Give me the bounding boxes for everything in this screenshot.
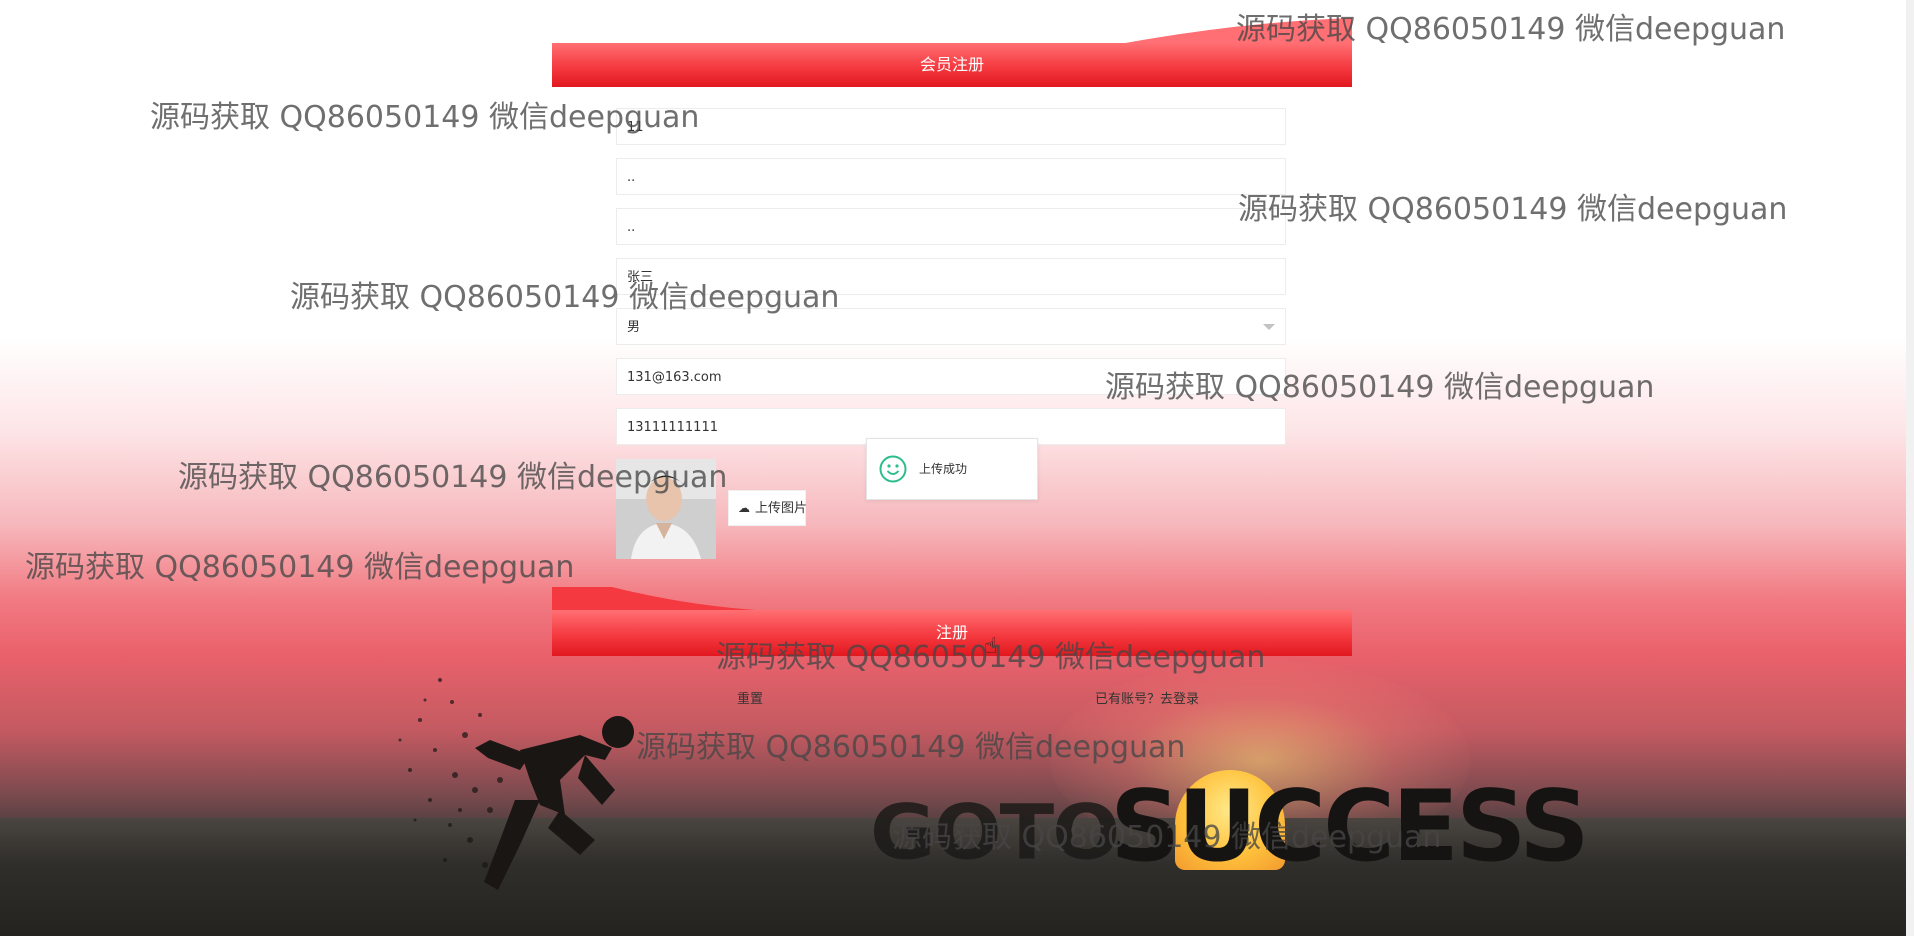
toast-message: 上传成功 bbox=[919, 462, 968, 476]
submit-swoosh-decoration bbox=[552, 587, 772, 611]
register-header: 会员注册 bbox=[552, 43, 1352, 87]
account-input[interactable]: 11 bbox=[616, 108, 1286, 145]
avatar-preview bbox=[616, 459, 716, 559]
smile-icon bbox=[879, 455, 907, 483]
cloud-upload-icon: ☁ bbox=[738, 501, 750, 515]
gender-select-value: 男 bbox=[627, 320, 641, 335]
register-submit-button[interactable]: 注册 bbox=[552, 610, 1352, 656]
gender-select[interactable]: 男 bbox=[616, 308, 1286, 345]
logo-goto-text: GOTO bbox=[870, 788, 1120, 877]
upload-image-button[interactable]: ☁ 上传图片 bbox=[728, 490, 808, 526]
watermark-text: 源码获取 QQ86050149 微信deepguan bbox=[1238, 192, 1788, 227]
password-input[interactable]: .. bbox=[616, 158, 1286, 195]
upload-image-label: 上传图片 bbox=[755, 501, 808, 516]
confirm-password-input[interactable]: .. bbox=[616, 208, 1286, 245]
go-login-link[interactable]: 已有账号？去登录 bbox=[1095, 688, 1199, 707]
page-title: 会员注册 bbox=[919, 55, 984, 74]
register-submit-label: 注册 bbox=[935, 623, 968, 642]
upload-success-toast: 上传成功 bbox=[866, 438, 1038, 500]
header-swoosh-decoration bbox=[1120, 18, 1352, 44]
hand-cursor-icon: ☝ bbox=[984, 634, 998, 659]
watermark-text: 源码获取 QQ86050149 微信deepguan bbox=[25, 550, 575, 585]
running-man-graphic bbox=[398, 678, 634, 890]
email-input[interactable]: 131@163.com bbox=[616, 358, 1286, 395]
vertical-scrollbar[interactable] bbox=[1906, 0, 1914, 936]
reset-button[interactable]: 重置 bbox=[737, 688, 763, 707]
avatar-image bbox=[616, 459, 716, 559]
chevron-down-icon bbox=[1263, 324, 1275, 330]
logo-success-text: SUCCESS bbox=[1110, 770, 1590, 884]
name-input[interactable]: 张三 bbox=[616, 258, 1286, 295]
